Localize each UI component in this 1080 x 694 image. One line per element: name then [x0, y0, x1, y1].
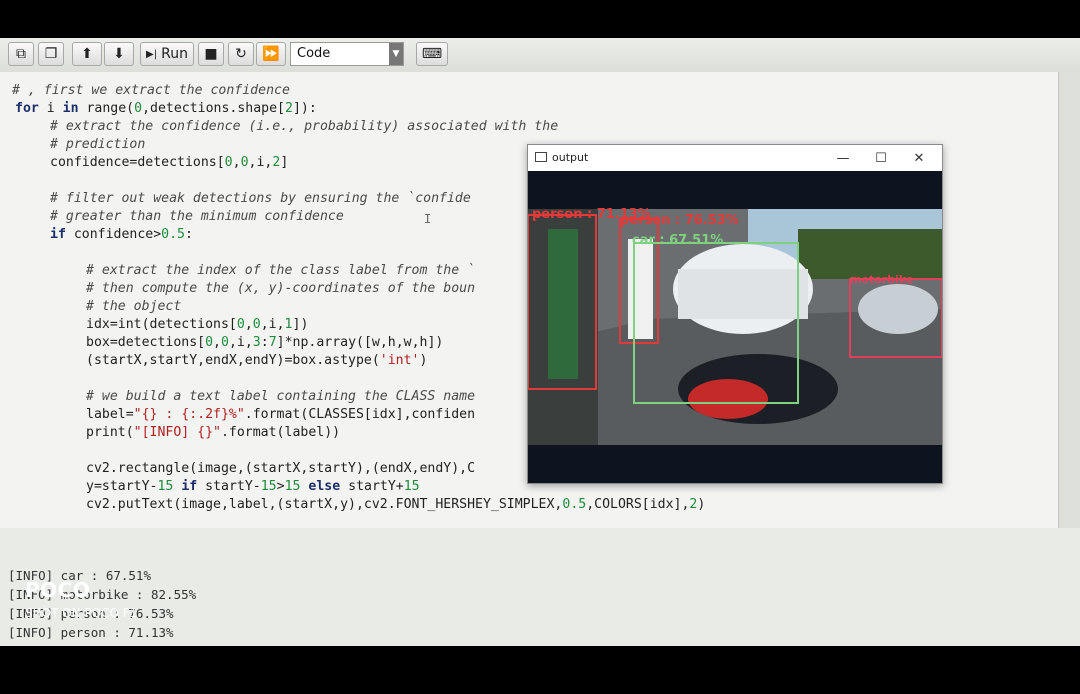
- detection-image: [528, 209, 942, 445]
- window-body: person : 71.13% person : 76.53% car : 67…: [528, 171, 942, 483]
- run-label: Run: [161, 46, 188, 62]
- fast-forward-icon[interactable]: ⏩: [256, 42, 286, 66]
- run-button[interactable]: ▶| Run: [140, 42, 194, 66]
- maximize-icon[interactable]: ☐: [870, 148, 892, 168]
- code-line: # filter out weak detections by ensuring…: [50, 191, 471, 206]
- code-line: for i in range(0,detections.shape[2]):: [15, 101, 317, 116]
- output-line: [INFO] person : 71.13%: [8, 625, 174, 640]
- code-line: # extract the confidence (i.e., probabil…: [50, 119, 559, 134]
- window-titlebar[interactable]: output — ☐ ✕: [528, 145, 942, 171]
- move-up-icon[interactable]: ⬆: [72, 42, 102, 66]
- paste-cell-icon[interactable]: ❐: [38, 42, 64, 66]
- output-window[interactable]: output — ☐ ✕ person: 71.13% person: 76…: [527, 144, 943, 484]
- code-line: cv2.putText(image,label,(startX,y),cv2.F…: [86, 497, 706, 512]
- code-line: if confidence>0.5:: [50, 227, 193, 242]
- code-line: # extract the index of the class label f…: [86, 263, 476, 278]
- move-down-icon[interactable]: ⬇: [104, 42, 134, 66]
- code-line: box=detections[0,0,i,3:7]*np.array([w,h,…: [86, 335, 444, 350]
- code-line: # prediction: [50, 137, 146, 152]
- keyboard-icon[interactable]: ⌨: [416, 42, 448, 66]
- screen: ⧉ ❐ ⬆ ⬇ ▶| Run ■ ↻ ⏩ Code ▼ ⌨ # , first …: [0, 38, 1080, 646]
- cell-type-select[interactable]: Code ▼: [290, 42, 404, 66]
- notebook-toolbar: ⧉ ❐ ⬆ ⬇ ▶| Run ■ ↻ ⏩ Code ▼ ⌨: [0, 38, 1080, 73]
- cell-output: [INFO] car : 67.51% [INFO] motorbike : 8…: [0, 558, 1080, 646]
- close-icon[interactable]: ✕: [908, 148, 930, 168]
- stop-icon[interactable]: ■: [198, 42, 224, 66]
- text-cursor-icon: I: [424, 212, 432, 226]
- code-line: idx=int(detections[0,0,i,1]): [86, 317, 309, 332]
- detection-label-motorbike: motorbike: [850, 273, 914, 286]
- code-line: # the object: [86, 299, 182, 314]
- code-line: label="{} : {:.2f}%".format(CLASSES[idx]…: [86, 407, 476, 422]
- code-line: confidence=detections[0,0,i,2]: [50, 155, 289, 170]
- code-line: # greater than the minimum confidence: [50, 209, 344, 224]
- code-line: (startX,startY,endX,endY)=box.astype('in…: [86, 353, 428, 368]
- restart-icon[interactable]: ↻: [228, 42, 254, 66]
- window-app-icon: [535, 152, 547, 162]
- code-line: # then compute the (x, y)-coordinates of…: [86, 281, 476, 296]
- code-line: # , first we extract the confidence: [12, 83, 290, 98]
- detection-label-car: car : 67.51%: [632, 233, 724, 248]
- run-icon: ▶|: [146, 48, 158, 60]
- code-line: # we build a text label containing the C…: [86, 389, 476, 404]
- chevron-down-icon: ▼: [389, 43, 403, 65]
- minimize-icon[interactable]: —: [832, 148, 854, 168]
- cell-type-value: Code: [297, 46, 331, 61]
- vertical-scrollbar[interactable]: [1058, 72, 1080, 528]
- window-title: output: [552, 151, 589, 164]
- code-line: cv2.rectangle(image,(startX,startY),(end…: [86, 461, 476, 476]
- camera-watermark-brand: POCO: [25, 578, 91, 602]
- camera-watermark-model: SHOT ON POCO F1: [25, 606, 138, 620]
- code-line: y=startY-15 if startY-15>15 else startY+…: [86, 479, 420, 494]
- detection-label-person: person : 76.53%: [620, 213, 739, 228]
- code-line: print("[INFO] {}".format(label)): [86, 425, 341, 440]
- copy-cell-icon[interactable]: ⧉: [8, 42, 34, 66]
